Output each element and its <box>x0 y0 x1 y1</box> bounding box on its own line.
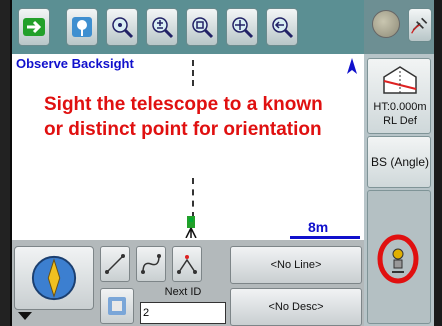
right-bezel <box>434 0 442 326</box>
left-bezel <box>0 0 10 326</box>
survey-point-icon <box>72 17 92 37</box>
curve-icon <box>141 254 161 274</box>
height-button[interactable]: HT:0.000m RL Def <box>367 58 431 134</box>
instruction-message: Sight the telescope to a known or distin… <box>44 94 323 140</box>
next-id-label: Next ID <box>164 286 202 298</box>
map-view[interactable]: Observe Backsight Sight the telescope to… <box>12 54 364 240</box>
line-icon <box>105 254 125 274</box>
measure-button[interactable] <box>66 8 98 46</box>
sight-line-top <box>192 60 194 86</box>
bs-angle-button[interactable]: BS (Angle) <box>367 136 431 188</box>
rl-label: RL Def <box>383 115 417 127</box>
no-line-button[interactable]: <No Line> <box>230 246 362 284</box>
target-prism-icon[interactable] <box>374 232 422 286</box>
bottom-panel: <No Line> Next ID <No Desc> <box>12 240 364 326</box>
next-id-input[interactable] <box>140 302 226 324</box>
pan-button[interactable] <box>226 8 258 46</box>
scale-bar <box>290 236 360 239</box>
side-panel: HT:0.000m RL Def BS (Angle) <box>364 54 434 326</box>
zoom-point-icon <box>112 17 134 39</box>
zoom-point-button[interactable] <box>106 8 138 46</box>
scale-label: 8m <box>308 219 329 235</box>
sight-line-bottom <box>192 178 194 218</box>
top-toolbar <box>12 0 364 54</box>
height-icon <box>383 66 417 94</box>
instrument-station-icon <box>185 216 197 238</box>
zoom-window-icon <box>192 17 214 39</box>
status-light-icon[interactable] <box>372 10 400 38</box>
satellite-icon <box>411 17 428 34</box>
back-arrow-icon <box>272 17 294 39</box>
status-area <box>364 0 434 54</box>
polyline-tool-button[interactable] <box>172 246 202 282</box>
exit-button[interactable] <box>18 8 50 46</box>
height-label: HT:0.000m <box>373 101 427 113</box>
no-desc-button[interactable]: <No Desc> <box>230 288 362 326</box>
app-frame: Observe Backsight Sight the telescope to… <box>0 0 442 326</box>
compass-dropdown-arrow-icon[interactable] <box>18 312 32 320</box>
compass-button[interactable] <box>14 246 94 310</box>
back-button[interactable] <box>266 8 298 46</box>
zoom-window-button[interactable] <box>186 8 218 46</box>
satellite-button[interactable] <box>408 8 432 42</box>
bs-angle-label: BS (Angle) <box>370 155 430 169</box>
north-arrow-icon <box>347 58 357 74</box>
code-swatch-icon <box>108 297 126 315</box>
polyline-icon <box>177 255 197 274</box>
arrow-right-icon <box>23 18 45 36</box>
zoom-in-out-button[interactable] <box>146 8 178 46</box>
code-color-button[interactable] <box>100 288 134 324</box>
map-title: Observe Backsight <box>16 56 134 71</box>
curve-tool-button[interactable] <box>136 246 166 282</box>
compass-icon <box>31 255 77 301</box>
line-tool-button[interactable] <box>100 246 130 282</box>
pan-icon <box>232 17 254 39</box>
zoom-in-out-icon <box>152 17 174 39</box>
